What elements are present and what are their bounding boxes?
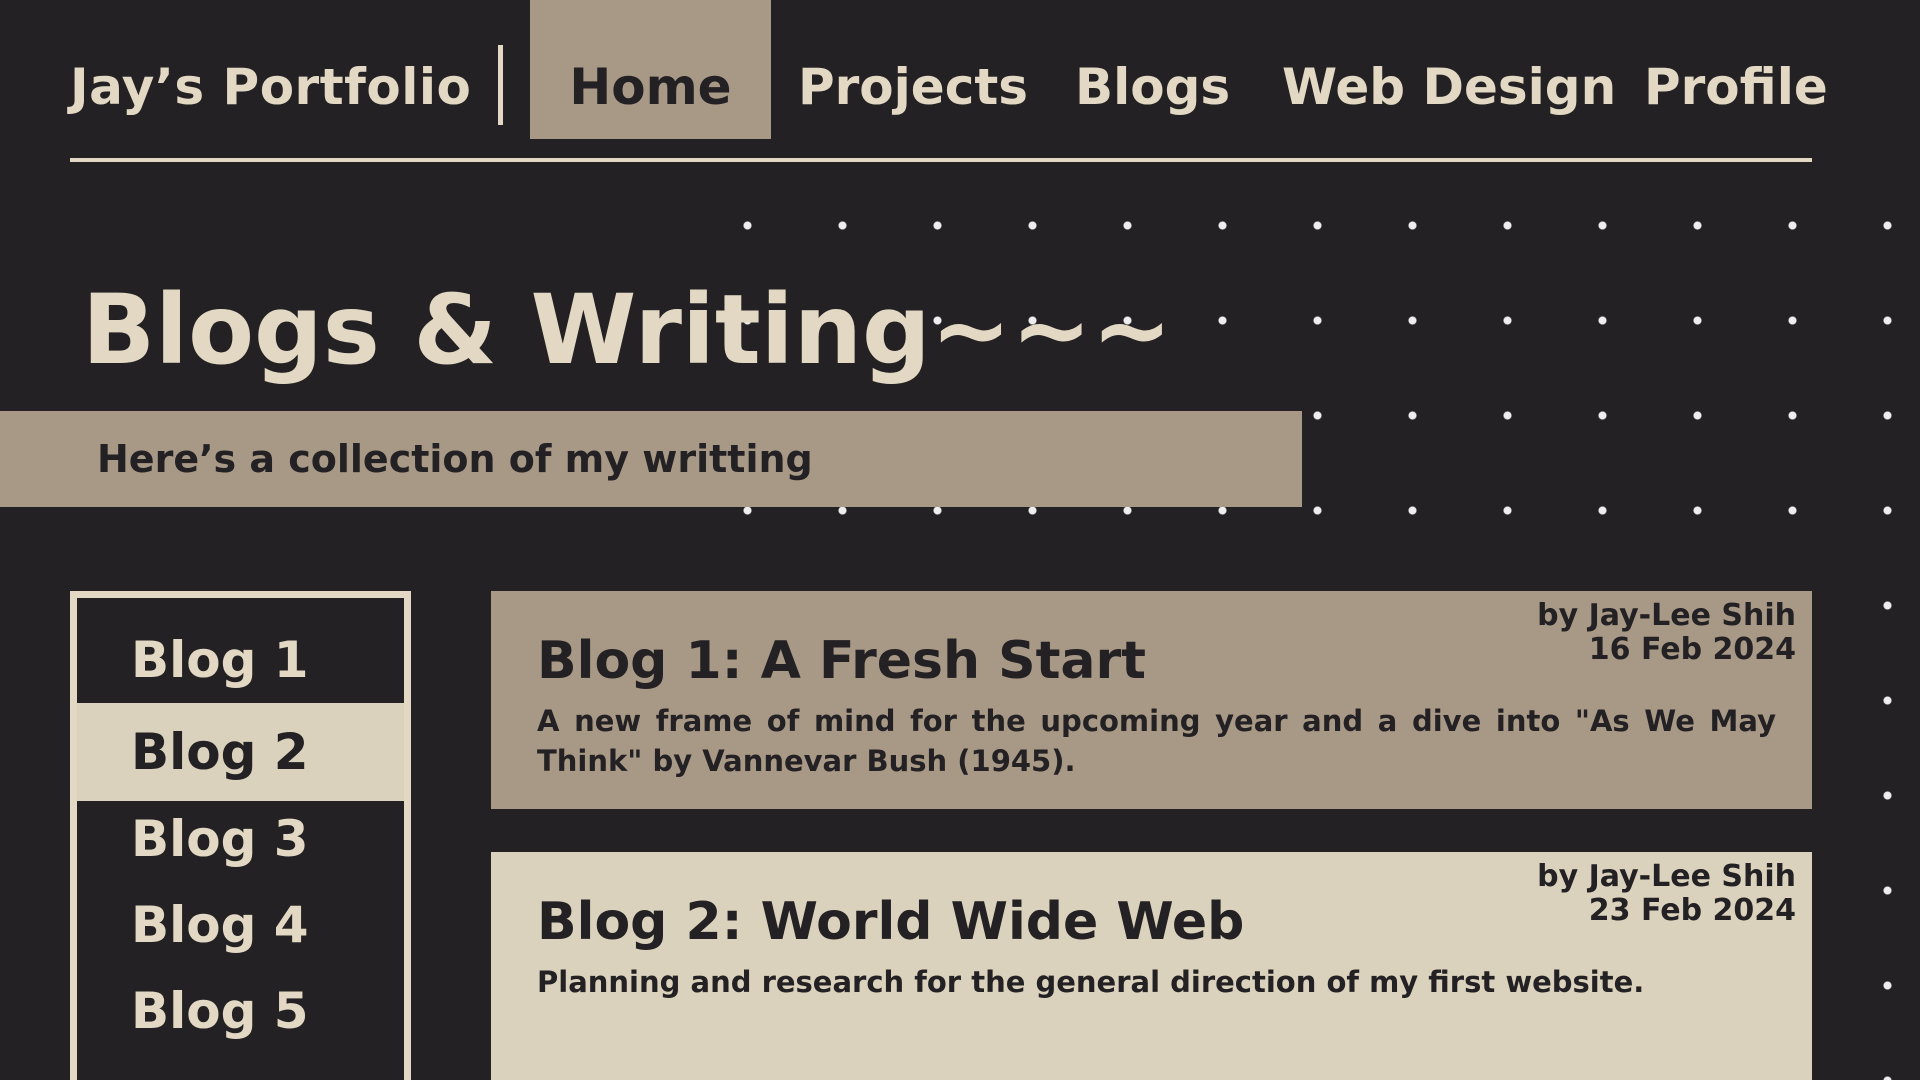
subtitle-band: Here’s a collection of my writting — [0, 411, 1302, 507]
blog-author: by Jay-Lee Shih — [1537, 859, 1796, 894]
blog-card-1[interactable]: by Jay-Lee Shih 16 Feb 2024 Blog 1: A Fr… — [491, 591, 1812, 809]
brand-title[interactable]: Jay’s Portfolio — [70, 52, 471, 122]
sidebar-item-blog-4[interactable]: Blog 4 — [77, 882, 404, 968]
sidebar-item-blog-2[interactable]: Blog 2 — [77, 703, 404, 801]
blog-card-2[interactable]: by Jay-Lee Shih 23 Feb 2024 Blog 2: Worl… — [491, 852, 1812, 1080]
page-title: Blogs & Writing~~~ — [82, 274, 1173, 386]
sidebar-item-blog-3[interactable]: Blog 3 — [77, 796, 404, 882]
blog-title[interactable]: Blog 2: World Wide Web — [537, 890, 1244, 954]
sidebar-item-blog-1[interactable]: Blog 1 — [77, 617, 404, 703]
sidebar-item-blog-5[interactable]: Blog 5 — [77, 968, 404, 1054]
blog-date: 16 Feb 2024 — [1588, 632, 1796, 667]
blog-description: A new frame of mind for the upcoming yea… — [537, 704, 1776, 778]
nav-item-profile[interactable]: Profile — [1644, 52, 1828, 122]
nav-item-blogs[interactable]: Blogs — [1075, 52, 1230, 122]
page: Jay’s Portfolio Home Projects Blogs Web … — [0, 0, 1920, 1080]
top-nav: Jay’s Portfolio Home Projects Blogs Web … — [0, 0, 1920, 165]
blog-description: Planning and research for the general di… — [537, 965, 1645, 999]
page-subtitle: Here’s a collection of my writting — [97, 437, 813, 481]
nav-underline — [70, 158, 1812, 162]
nav-item-home[interactable]: Home — [530, 0, 771, 139]
blog-title[interactable]: Blog 1: A Fresh Start — [537, 629, 1146, 693]
blog-card-meta: by Jay-Lee Shih 23 Feb 2024 — [1537, 860, 1796, 928]
blog-date: 23 Feb 2024 — [1588, 893, 1796, 928]
nav-divider — [498, 45, 503, 125]
nav-item-web-design[interactable]: Web Design — [1282, 52, 1616, 122]
blog-list-sidebar: Blog 1 Blog 2 Blog 3 Blog 4 Blog 5 — [70, 591, 411, 1080]
blog-author: by Jay-Lee Shih — [1537, 598, 1796, 633]
blog-card-meta: by Jay-Lee Shih 16 Feb 2024 — [1537, 599, 1796, 667]
nav-item-projects[interactable]: Projects — [798, 52, 1028, 122]
